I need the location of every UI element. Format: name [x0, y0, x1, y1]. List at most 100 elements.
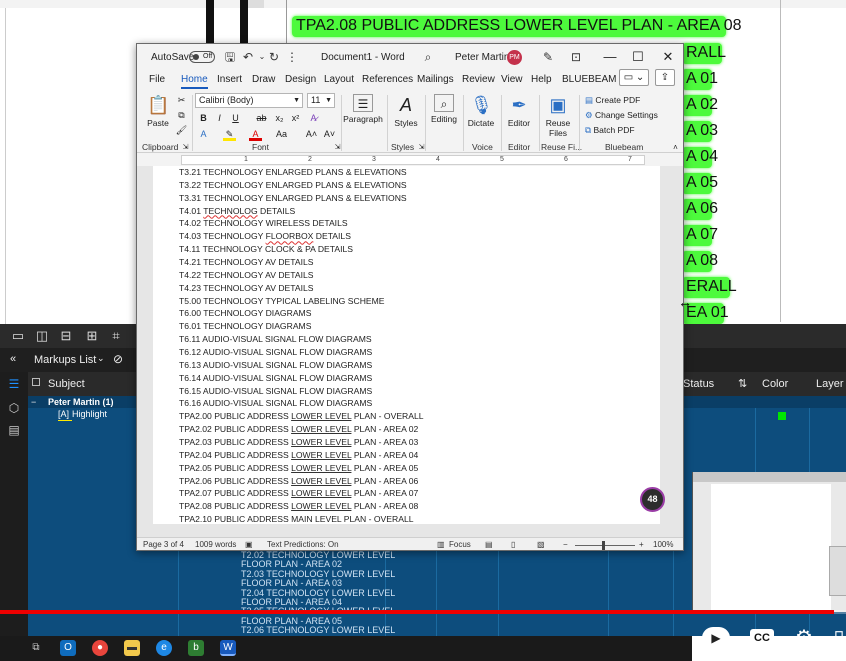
editor-button[interactable]: ✒ Editor	[503, 94, 535, 128]
document-line[interactable]: T4.01 TECHNOLOG DETAILS	[179, 205, 649, 218]
document-line[interactable]: T4.03 TECHNOLOGY FLOORBOX DETAILS	[179, 230, 649, 243]
column-header-layer[interactable]: Layer	[816, 378, 844, 390]
zoom-out-icon[interactable]: −	[563, 540, 568, 549]
proofing-icon[interactable]: ▣	[245, 540, 253, 549]
bold-icon[interactable]: B	[197, 112, 210, 125]
markups-list-title[interactable]: Markups List	[34, 354, 96, 366]
panel-toggle-icon[interactable]: ▭	[10, 328, 26, 344]
video-progress-fill[interactable]	[0, 610, 834, 614]
change-case-icon[interactable]: Aa	[275, 128, 288, 141]
settings-gear-icon[interactable]: ⚙	[792, 626, 816, 650]
highlighted-drawing-label[interactable]: A 06	[682, 199, 718, 220]
markups-list-icon[interactable]: ☰	[6, 376, 22, 392]
document-line[interactable]: T6.16 AUDIO-VISUAL SIGNAL FLOW DIAGRAMS	[179, 397, 649, 410]
document-line[interactable]: T6.00 TECHNOLOGY DIAGRAMS	[179, 307, 649, 320]
cube-icon[interactable]: ⬡	[6, 400, 22, 416]
editing-button[interactable]: ⌕ Editing	[427, 94, 461, 124]
collapse-ribbon-icon[interactable]: ˄	[669, 141, 682, 154]
tab-file[interactable]: File	[149, 74, 165, 85]
highlight-color-icon[interactable]: ✎	[223, 128, 236, 141]
designer-icon[interactable]: ✎	[541, 50, 555, 64]
avatar[interactable]: PM	[507, 50, 522, 65]
highlighted-drawing-label[interactable]: A 03	[682, 121, 718, 142]
split-horizontal-icon[interactable]: ⊟	[58, 328, 74, 344]
save-icon[interactable]: 🖫	[223, 50, 237, 64]
bluebeam-icon[interactable]: b	[188, 640, 204, 656]
document-line[interactable]: TPA2.08 PUBLIC ADDRESS LOWER LEVEL PLAN …	[179, 500, 649, 513]
maximize-button[interactable]: ☐	[625, 48, 651, 66]
document-line[interactable]: T6.11 AUDIO-VISUAL SIGNAL FLOW DIAGRAMS	[179, 333, 649, 346]
dialog-launcher-icon[interactable]: ⇲	[331, 141, 344, 154]
vertical-scrollbar[interactable]	[670, 166, 683, 537]
document-line[interactable]: T3.31 TECHNOLOGY ENLARGED PLANS & ELEVAT…	[179, 192, 649, 205]
text-effects-icon[interactable]: A	[197, 128, 210, 141]
web-layout-icon[interactable]: ▧	[537, 540, 545, 549]
share-button[interactable]: ⇪	[655, 69, 675, 86]
document-line[interactable]: T4.23 TECHNOLOGY AV DETAILS	[179, 282, 649, 295]
captions-icon[interactable]: CC	[750, 629, 774, 647]
highlighted-drawing-title[interactable]: TPA2.08 PUBLIC ADDRESS LOWER LEVEL PLAN …	[292, 16, 742, 37]
minimize-button[interactable]: —	[597, 48, 623, 66]
italic-icon[interactable]: I	[213, 112, 226, 125]
document-line[interactable]: TPA2.06 PUBLIC ADDRESS LOWER LEVEL PLAN …	[179, 475, 649, 488]
tab-help[interactable]: Help	[531, 74, 552, 85]
customize-toolbar-icon[interactable]: ⋮	[285, 50, 299, 64]
highlighted-drawing-label[interactable]: A 01	[682, 69, 718, 90]
document-line[interactable]: TPA2.07 PUBLIC ADDRESS LOWER LEVEL PLAN …	[179, 487, 649, 500]
layout-icon[interactable]: ⌗	[108, 328, 124, 344]
document-text[interactable]: T3.21 TECHNOLOGY ENLARGED PLANS & ELEVAT…	[179, 166, 649, 526]
clear-formatting-icon[interactable]: A̷	[307, 112, 320, 125]
outlook-icon[interactable]: O	[60, 640, 76, 656]
edge-icon[interactable]: e	[156, 640, 172, 656]
tab-layout[interactable]: Layout	[324, 74, 354, 85]
document-line[interactable]: T6.13 AUDIO-VISUAL SIGNAL FLOW DIAGRAMS	[179, 359, 649, 372]
font-size-select[interactable]: 11 ▼	[307, 93, 335, 108]
tab-draw[interactable]: Draw	[252, 74, 275, 85]
focus-button[interactable]: Focus	[449, 540, 471, 549]
autosave-toggle[interactable]: Off	[189, 51, 215, 63]
document-line[interactable]: T6.14 AUDIO-VISUAL SIGNAL FLOW DIAGRAMS	[179, 372, 649, 385]
format-painter-icon[interactable]: 🖌	[175, 124, 188, 137]
cut-icon[interactable]: ✂	[175, 94, 188, 107]
dialog-launcher-icon[interactable]: ⇲	[415, 141, 428, 154]
close-button[interactable]: ✕	[655, 48, 681, 66]
fullscreen-icon[interactable]: ▯	[832, 626, 846, 650]
chevron-down-icon[interactable]: ⌄	[97, 353, 105, 364]
column-header-color[interactable]: Color	[762, 378, 788, 390]
undo-icon[interactable]: ↶	[241, 50, 255, 64]
user-name[interactable]: Peter Martin	[455, 52, 509, 63]
expand-all-checkbox[interactable]	[32, 378, 40, 386]
underline-icon[interactable]: U	[229, 112, 242, 125]
tab-view[interactable]: View	[501, 74, 523, 85]
copy-icon[interactable]: ⧉	[175, 109, 188, 122]
column-settings-icon[interactable]: ⇅	[738, 377, 747, 390]
document-line[interactable]: T4.11 TECHNOLOGY CLOCK & PA DETAILS	[179, 243, 649, 256]
document-line[interactable]: TPA2.03 PUBLIC ADDRESS LOWER LEVEL PLAN …	[179, 436, 649, 449]
paste-button[interactable]: 📋 Paste	[145, 94, 171, 128]
document-line[interactable]: T4.22 TECHNOLOGY AV DETAILS	[179, 269, 649, 282]
focus-icon[interactable]: ▥	[437, 540, 445, 549]
secondary-window-preview[interactable]	[692, 472, 846, 612]
grow-font-icon[interactable]: A˄	[305, 128, 318, 141]
zoom-in-icon[interactable]: +	[639, 540, 644, 549]
search-icon[interactable]: ⌕	[421, 50, 435, 64]
column-header-subject[interactable]: Subject	[48, 378, 85, 390]
superscript-icon[interactable]: x²	[289, 112, 302, 125]
change-settings-button[interactable]: ⚙ Change Settings	[585, 110, 658, 121]
tab-review[interactable]: Review	[462, 74, 495, 85]
document-line[interactable]: T6.15 AUDIO-VISUAL SIGNAL FLOW DIAGRAMS	[179, 385, 649, 398]
tab-insert[interactable]: Insert	[217, 74, 242, 85]
document-line[interactable]: TPA2.00 PUBLIC ADDRESS LOWER LEVEL PLAN …	[179, 410, 649, 423]
document-line[interactable]: T4.21 TECHNOLOGY AV DETAILS	[179, 256, 649, 269]
text-predictions-status[interactable]: Text Predictions: On	[267, 540, 339, 549]
tab-references[interactable]: References	[362, 74, 413, 85]
comments-button[interactable]: ▭ ⌄	[619, 69, 649, 86]
font-color-icon[interactable]: A	[249, 128, 262, 141]
document-line[interactable]: TPA2.02 PUBLIC ADDRESS LOWER LEVEL PLAN …	[179, 423, 649, 436]
tab-home[interactable]: Home	[181, 74, 208, 89]
word-icon[interactable]: W	[220, 640, 236, 656]
font-name-select[interactable]: Calibri (Body) ▼	[195, 93, 303, 108]
expand-group-icon[interactable]: −	[31, 397, 36, 407]
highlighted-drawing-label[interactable]: A 07	[682, 225, 718, 246]
document-line[interactable]: T6.01 TECHNOLOGY DIAGRAMS	[179, 320, 649, 333]
